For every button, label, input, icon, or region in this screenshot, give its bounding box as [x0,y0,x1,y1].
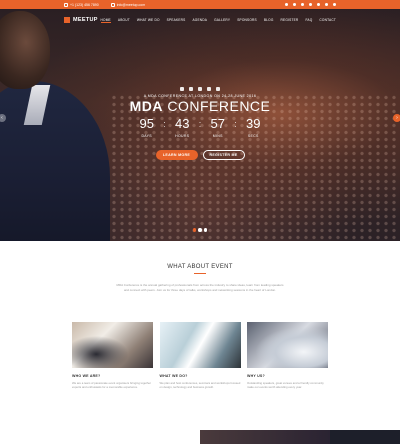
card-heading[interactable]: WHY US? [247,374,328,378]
slider-dot[interactable] [198,228,202,232]
phone-icon [64,2,68,7]
card-why-us: WHY US? Outstanding speakers, great venu… [247,322,328,389]
learn-more-button[interactable]: LEARN MORE [155,150,198,160]
slider-dots [0,228,400,232]
main-nav: MEETUP HOME ABOUT WHAT WE DO SPEAKERS AG… [0,9,400,31]
card-image[interactable] [247,322,328,368]
nav-item-speakers[interactable]: SPEAKERS [167,18,186,23]
logo-text: MEETUP [73,17,98,23]
countdown-days: 95 DAYS [134,116,159,139]
facebook-icon[interactable] [285,3,288,6]
nav-item-gallery[interactable]: GALLERY [214,18,230,23]
facebook-icon[interactable] [180,87,184,91]
topbar-social [285,3,336,6]
next-section-image [200,430,330,444]
hero-banner: MEETUP HOME ABOUT WHAT WE DO SPEAKERS AG… [0,9,400,241]
phone-item[interactable]: +1 (123) 456 7890 [64,2,99,7]
title-divider [194,273,206,274]
card-text: Outstanding speakers, great venues and a… [247,381,324,390]
countdown-separator: : [163,119,166,129]
nav-item-faq[interactable]: FAQ [305,18,312,23]
countdown-value: 57 [210,116,225,131]
email-item[interactable]: info@meetup.com [110,2,146,7]
nav-item-agenda[interactable]: AGENDA [192,18,207,23]
card-what-we-do: WHAT WE DO? We plan and host conferences… [159,322,241,390]
hero-title-rest: CONFERENCE [167,98,271,114]
countdown-value: 95 [139,116,154,131]
card-heading[interactable]: WHO WE ARE? [72,374,153,378]
nav-item-register[interactable]: REGISTER [281,18,299,23]
card-text: We plan and host conferences, seminars a… [159,381,241,390]
countdown-value: 39 [246,116,261,131]
nav-item-blog[interactable]: BLOG [264,18,274,23]
top-bar: +1 (123) 456 7890 info@meetup.com [0,0,400,9]
twitter-icon[interactable] [293,3,296,6]
logo[interactable]: MEETUP [64,17,98,23]
instagram-icon[interactable] [216,87,220,91]
google-plus-icon[interactable] [207,87,211,91]
instagram-icon[interactable] [325,3,328,6]
slider-next-arrow-icon[interactable]: › [393,114,400,122]
countdown-label: MINS [212,134,223,138]
countdown-separator: : [198,119,202,129]
about-title: WHAT ABOUT EVENT [167,264,233,270]
next-section-strip [0,430,400,444]
about-intro: MDA Conference is the annual gathering o… [116,283,284,292]
nav-item-what-we-do[interactable]: WHAT WE DO [137,18,160,23]
card-text: We are a team of passionate event organi… [72,381,151,390]
twitter-icon[interactable] [189,87,193,91]
page: +1 (123) 456 7890 info@meetup.com MEETUP [0,0,400,444]
hero-title-bold: MDA [129,98,163,114]
countdown-label: DAYS [141,134,152,138]
card-heading[interactable]: WHAT WE DO? [160,374,241,378]
slider-dot[interactable] [192,228,197,232]
email-text: info@meetup.com [116,2,146,7]
search-icon[interactable] [333,3,336,6]
hero-buttons: LEARN MORE REGISTER ME [0,150,400,160]
mail-icon [110,2,115,7]
nav-item-home[interactable]: HOME [100,18,111,23]
linkedin-icon[interactable] [309,3,312,6]
slider-dot[interactable] [203,228,208,232]
card-who-we-are: WHO WE ARE? We are a team of passionate … [72,322,153,389]
countdown-secs: 39 SECS [241,116,266,139]
nav-item-contact[interactable]: CONTACT [319,18,336,23]
feature-cards: WHO WE ARE? We are a team of passionate … [72,322,328,389]
countdown-label: SECS [247,134,259,138]
card-image[interactable] [159,322,241,368]
phone-text: +1 (123) 456 7890 [70,2,99,7]
countdown-separator: : [234,119,237,129]
nav-item-sponsors[interactable]: SPONSORS [237,18,257,23]
card-image[interactable] [72,322,153,368]
countdown: 95 DAYS : 43 HOURS : 57 MINS : 39 SECS [0,116,400,139]
nav-menu: HOME ABOUT WHAT WE DO SPEAKERS AGENDA GA… [100,18,336,23]
register-me-button[interactable]: REGISTER ME [202,150,245,160]
countdown-label: HOURS [175,134,190,138]
hero-title: MDA CONFERENCE [0,98,400,114]
countdown-value: 43 [175,116,190,131]
countdown-hours: 43 HOURS [170,116,195,139]
youtube-icon[interactable] [198,87,202,91]
youtube-icon[interactable] [317,3,320,6]
hero-social [0,87,400,91]
countdown-mins: 57 MINS [205,116,230,139]
logo-mark-icon [64,17,70,23]
google-plus-icon[interactable] [301,3,304,6]
nav-item-about[interactable]: ABOUT [118,18,130,23]
